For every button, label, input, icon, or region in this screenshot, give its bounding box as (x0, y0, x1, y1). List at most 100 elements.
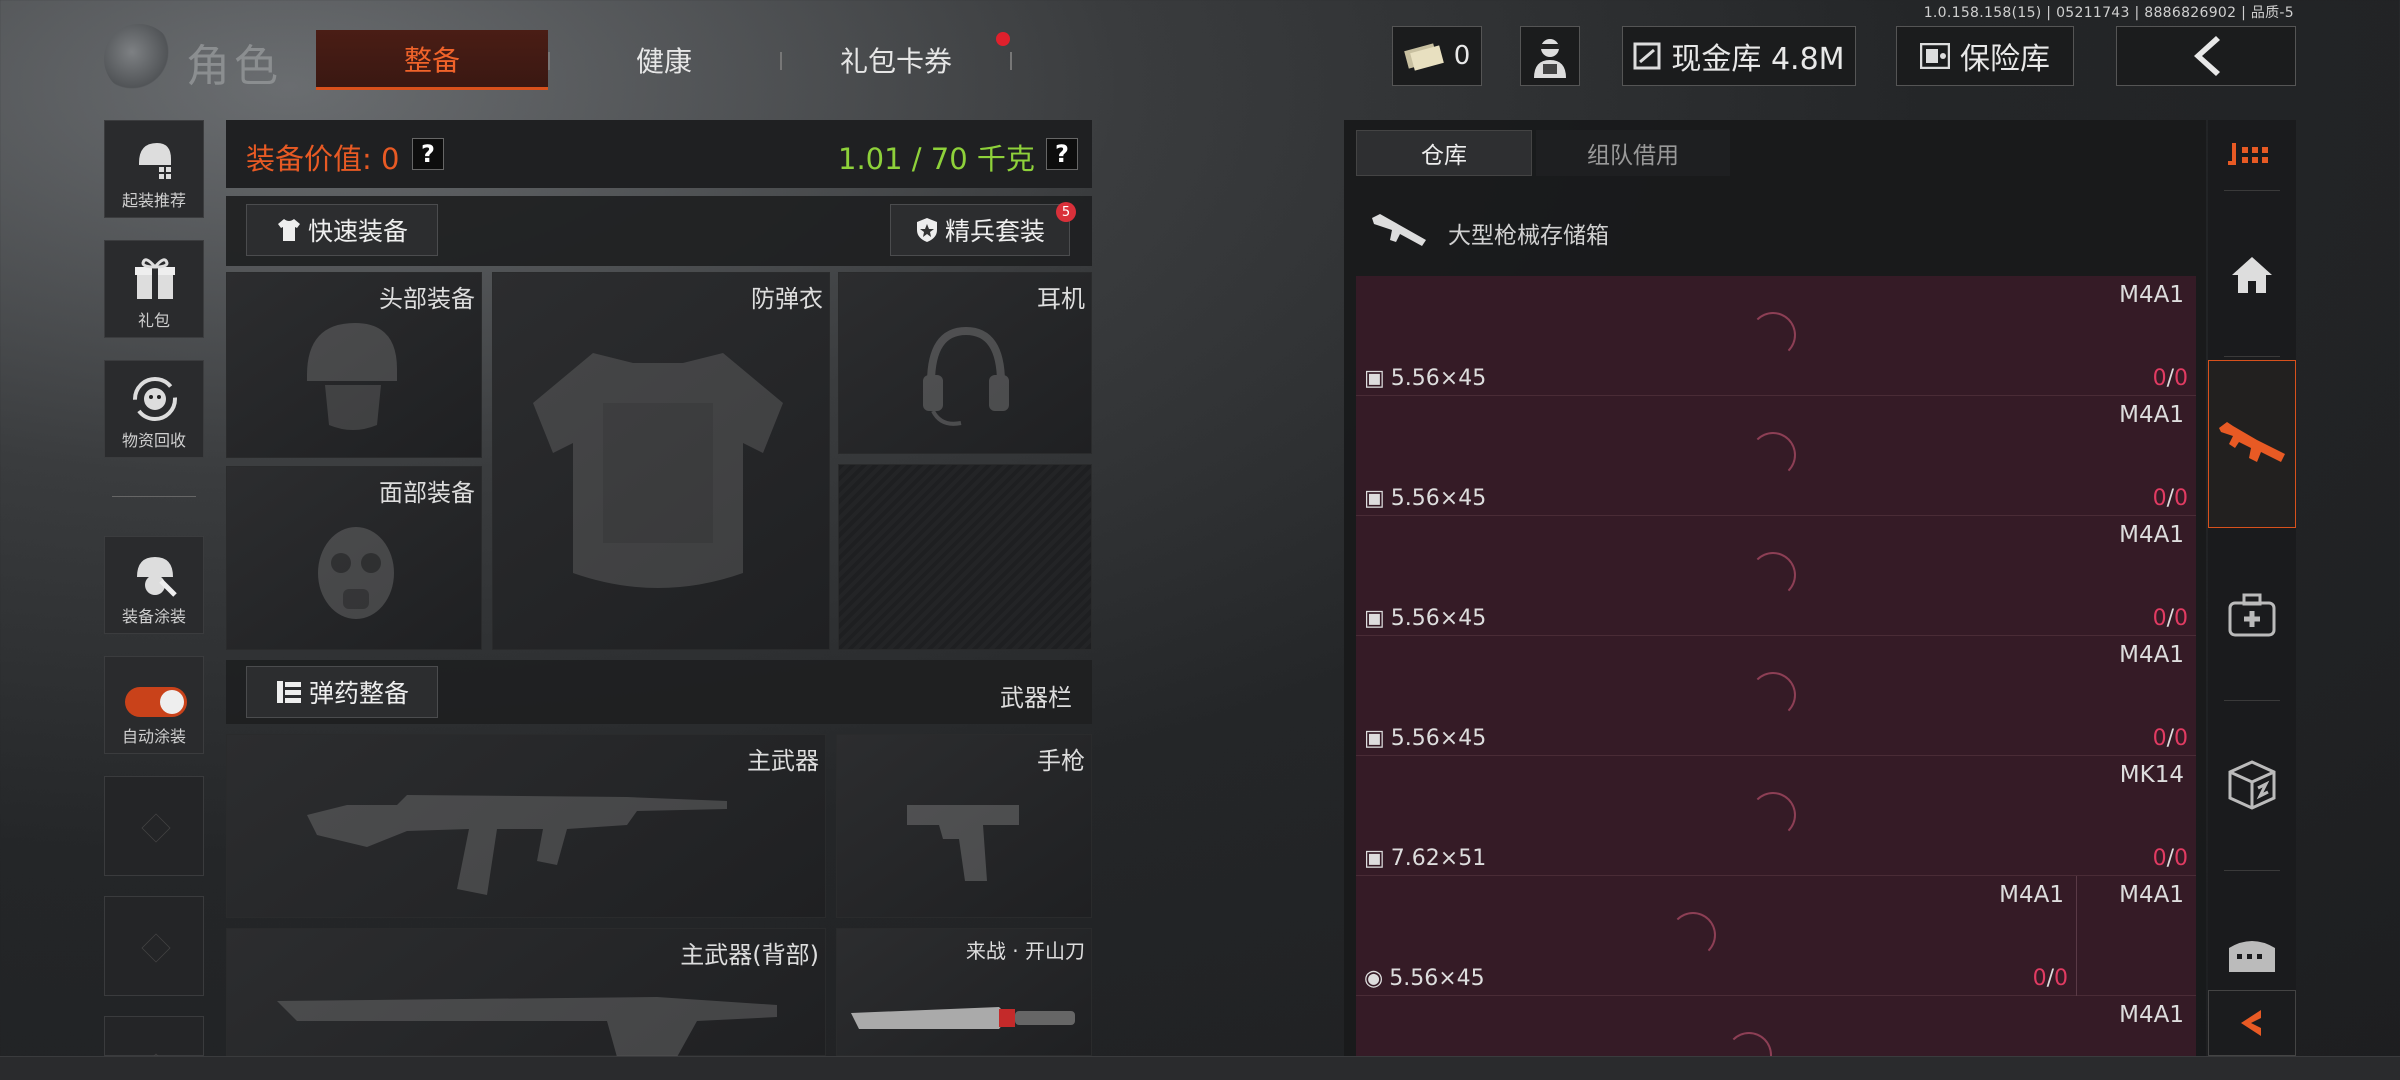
primary-weapon-slot[interactable]: 主武器 (226, 734, 826, 918)
head-gear-slot[interactable]: 头部装备 (226, 272, 482, 458)
storage-grid[interactable]: M4A1 ▣ 5.56×45 0/0 M4A1 ▣ 5.56×45 0/0 M4A1… (1356, 276, 2196, 1056)
slot-label: 面部装备 (379, 479, 475, 507)
sidebar-label: 物资回收 (121, 431, 186, 450)
helmet-recommend-icon (139, 143, 171, 179)
ammo-box-icon: ▣ (1364, 366, 1385, 391)
quick-equip-button[interactable]: 快速装备 (246, 204, 438, 256)
storage-item[interactable]: M4A1 M4A1 ◉ 5.56×45 0/0 (1356, 876, 2196, 996)
sidebar-divider (112, 496, 196, 497)
back-button[interactable] (2116, 26, 2296, 86)
empty-sidebar-slot (104, 896, 204, 996)
nav-home[interactable] (2208, 240, 2296, 310)
soldier-icon (1534, 39, 1566, 78)
safe-label: 保险库 (1960, 42, 2050, 77)
ammo-label: 7.62×51 (1390, 846, 1487, 871)
ammo-label: 5.56×45 (1390, 606, 1487, 631)
tab-warehouse[interactable]: 仓库 (1356, 130, 1532, 176)
tab-equip[interactable]: 整备 (316, 30, 548, 90)
back-arrow-icon (2194, 36, 2220, 76)
collapse-nav-button[interactable] (2208, 990, 2296, 1056)
equipment-value: 装备价值: 0 (246, 142, 400, 176)
melee-slot[interactable]: 来战 · 开山刀 (836, 928, 1092, 1056)
shirt-icon (277, 219, 300, 241)
ammo-label: 5.56×45 (1390, 366, 1487, 391)
slot-label: 头部装备 (379, 285, 475, 313)
ammo-type: ▣ 7.62×51 (1364, 846, 1486, 871)
starter-recommend-button[interactable]: 起装推荐 (104, 120, 204, 218)
currency-value: 0 (1453, 41, 1471, 71)
elite-set-badge: 5 (1056, 202, 1076, 222)
slot-label: 手枪 (1037, 747, 1085, 775)
nav-supplies[interactable] (2208, 750, 2296, 820)
elite-set-label: 精兵套装 (944, 217, 1045, 246)
weapon-name: M4A1 (1999, 882, 2064, 908)
toggle-icon[interactable] (125, 687, 187, 717)
gift-pack-button[interactable]: 礼包 (104, 240, 204, 338)
ammo-count: 0/0 (2152, 846, 2188, 871)
cash-vault-button[interactable]: 现金库 4.8M (1622, 26, 1856, 86)
storage-item[interactable]: MK14 ▣ 7.62×51 0/0 (1356, 756, 2196, 876)
storage-item[interactable]: M4A1 (1356, 996, 2196, 1056)
empty-sidebar-slot (104, 1016, 204, 1056)
weapon-name: MK14 (2119, 762, 2184, 788)
ammo-count: 0/0 (2152, 726, 2188, 751)
machete-icon (851, 1007, 1075, 1029)
medkit-icon (2228, 593, 2276, 637)
helmet-icon (307, 323, 397, 430)
elite-set-button[interactable]: 精兵套装 (890, 204, 1070, 256)
storage-item[interactable]: M4A1 ▣ 5.56×45 0/0 (1356, 516, 2196, 636)
ammo-shield-icon: ◉ (1364, 966, 1384, 991)
tab-health[interactable]: 健康 (548, 30, 780, 90)
loading-icon (1726, 1032, 1772, 1056)
nav-weapons[interactable] (2208, 408, 2296, 478)
home-icon (2232, 257, 2272, 293)
loading-icon (1750, 312, 1796, 358)
pistol-slot[interactable]: 手枪 (836, 734, 1092, 918)
material-recycle-button[interactable]: 物资回收 (104, 360, 204, 458)
empty-sidebar-slot (104, 776, 204, 876)
tab-team-borrow[interactable]: 组队借用 (1536, 130, 1730, 176)
storage-item[interactable]: M4A1 ▣ 5.56×45 0/0 (1356, 276, 2196, 396)
primary-weapon-back-slot[interactable]: 主武器(背部) (226, 928, 826, 1057)
ammo-count: 0/0 (2032, 966, 2068, 991)
grid-menu-button[interactable] (2208, 124, 2296, 188)
vest-icon (533, 353, 783, 588)
storage-item[interactable]: M4A1 ▣ 5.56×45 0/0 (1356, 396, 2196, 516)
auto-paint-toggle[interactable]: 自动涂装 (104, 656, 204, 754)
safe-icon (1920, 43, 1950, 69)
gas-mask-icon (318, 527, 394, 619)
empty-gear-slot (838, 464, 1092, 650)
loading-icon (1750, 432, 1796, 478)
headset-icon (923, 326, 1009, 426)
slot-label: 耳机 (1037, 285, 1085, 313)
nav-medical[interactable] (2208, 580, 2296, 650)
rifle-icon (307, 795, 727, 895)
recycle-icon (133, 377, 177, 421)
slot-label: 主武器 (747, 747, 819, 775)
storage-item[interactable]: M4A1 ▣ 5.56×45 0/0 (1356, 636, 2196, 756)
building-icon (2229, 941, 2275, 972)
value-help-button[interactable]: ? (412, 138, 444, 170)
nav-safehouse[interactable] (2208, 924, 2296, 984)
safe-button[interactable]: 保险库 (1896, 26, 2074, 86)
headset-slot[interactable]: 耳机 (838, 272, 1092, 454)
body-armor-slot[interactable]: 防弹衣 (492, 272, 830, 650)
weapon-bar-label: 武器栏 (1000, 684, 1072, 712)
globe-icon (104, 24, 174, 94)
weight-help-button[interactable]: ? (1046, 138, 1078, 170)
ammo-label: 5.56×45 (1390, 486, 1487, 511)
weapon-name-secondary: M4A1 (2119, 882, 2184, 908)
agent-button[interactable] (1520, 26, 1580, 86)
ammo-type: ▣ 5.56×45 (1364, 486, 1486, 511)
face-gear-slot[interactable]: 面部装备 (226, 466, 482, 650)
cash-icon (1403, 43, 1444, 71)
sidebar-label: 起装推荐 (121, 191, 186, 210)
currency-display[interactable]: 0 (1392, 26, 1482, 86)
equipment-paint-button[interactable]: 装备涂装 (104, 536, 204, 634)
ammo-prep-button[interactable]: 弹药整备 (246, 666, 438, 718)
vault-icon (1633, 42, 1661, 70)
rifle-nav-icon (2219, 422, 2285, 462)
pistol-icon (907, 805, 1019, 881)
tab-gift-cards[interactable]: 礼包卡券 (780, 30, 1012, 90)
loading-icon (1750, 792, 1796, 838)
